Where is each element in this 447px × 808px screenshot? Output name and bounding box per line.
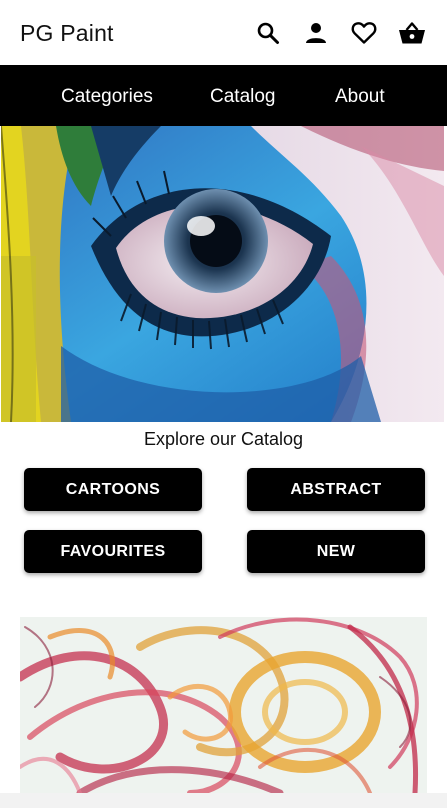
- favourites-button[interactable]: FAVOURITES: [24, 530, 202, 573]
- explore-heading: Explore our Catalog: [143, 429, 304, 449]
- cartoons-button[interactable]: CARTOONS: [24, 468, 202, 511]
- nav-about[interactable]: About: [335, 86, 385, 108]
- heart-icon[interactable]: [349, 19, 379, 47]
- top-bar: PG Paint: [0, 0, 447, 65]
- abstract-button[interactable]: ABSTRACT: [247, 468, 425, 511]
- nav-categories[interactable]: Categories: [61, 86, 153, 108]
- search-icon[interactable]: [253, 19, 283, 47]
- user-icon[interactable]: [301, 19, 331, 47]
- basket-icon[interactable]: [397, 19, 427, 47]
- nav-catalog[interactable]: Catalog: [210, 86, 276, 108]
- abstract-swirl-painting: [20, 617, 427, 793]
- new-button[interactable]: NEW: [247, 530, 425, 573]
- hero-eye-painting: [1, 126, 444, 422]
- page: PG Paint Categories Catalog About Explor…: [0, 0, 447, 793]
- main-nav: Categories Catalog About: [0, 65, 447, 126]
- brand-logo[interactable]: PG Paint: [20, 20, 114, 47]
- header-icons: [253, 19, 427, 47]
